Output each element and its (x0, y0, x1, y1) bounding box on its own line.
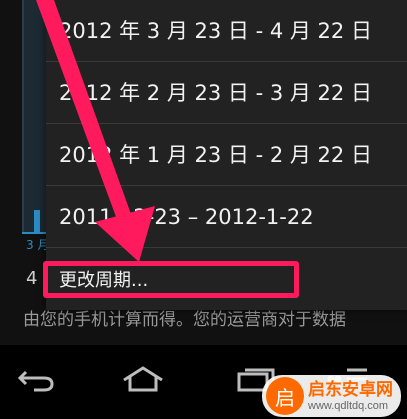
watermark-url: www.qdltdq.com (308, 399, 389, 412)
system-nav-bar: 启 启东安卓网 www.qdltdq.com (0, 345, 407, 419)
menu-item-cycle-3[interactable]: 2012 年 1 月 23 日 - 2 月 22 日 (46, 124, 407, 186)
watermark-title: 启东安卓网 (308, 379, 393, 400)
back-button[interactable] (6, 359, 66, 399)
home-button[interactable] (113, 359, 173, 399)
chart-axis (22, 232, 48, 234)
background-line-number: 4 (26, 268, 38, 289)
home-icon (123, 366, 163, 392)
menu-item-cycle-4[interactable]: 2011-12-23 – 2012-1-22 (46, 186, 407, 248)
watermark-logo: 启 (266, 377, 304, 415)
back-icon (17, 370, 54, 392)
site-watermark: 启 启东安卓网 www.qdltdq.com (262, 375, 401, 417)
usage-chart (22, 0, 48, 232)
chart-bar (34, 210, 40, 232)
menu-item-cycle-2[interactable]: 2012 年 2 月 23 日 - 3 月 22 日 (46, 62, 407, 124)
highlight-annotation (43, 261, 299, 298)
menu-item-cycle-1[interactable]: 2012 年 3 月 23 日 - 4 月 22 日 (46, 0, 407, 62)
